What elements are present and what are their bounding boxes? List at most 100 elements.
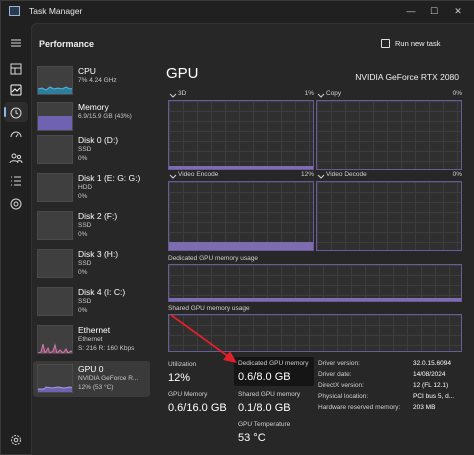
driver-version-label: Driver version:: [318, 360, 360, 367]
device-cpu[interactable]: CPU 7% 4.24 GHz: [33, 63, 150, 99]
directx-version-label: DirectX version:: [318, 382, 364, 389]
dedicated-memory-graph-label: Dedicated GPU memory usage: [168, 255, 258, 262]
device-usage: 12% (53 °C): [78, 384, 114, 391]
engine-3d-fill: [169, 166, 313, 169]
hardware-reserved-memory-label: Hardware reserved memory:: [318, 404, 401, 411]
device-detail: 7% 4.24 GHz: [78, 77, 117, 84]
device-disk-3[interactable]: Disk 3 (H:) SSD 0%: [33, 246, 150, 282]
processes-icon[interactable]: [9, 62, 23, 76]
device-disk-4[interactable]: Disk 4 (I: C:) SSD 0%: [33, 284, 150, 320]
device-disk-2[interactable]: Disk 2 (F:) SSD 0%: [33, 208, 150, 244]
gpu-memory-value: 0.6/16.0 GB: [168, 402, 227, 414]
gpu-heading: GPU: [166, 65, 199, 82]
device-disk-0[interactable]: Disk 0 (D:) SSD 0%: [33, 132, 150, 168]
maximize-button[interactable]: ☐: [427, 4, 441, 18]
gpu-memory-label: GPU Memory: [168, 391, 208, 398]
device-name: Disk 2 (F:): [78, 211, 118, 221]
cpu-thumbnail-graph: [37, 66, 73, 95]
device-name: Memory: [78, 102, 109, 112]
engine-video-decode-graph: [316, 181, 462, 251]
details-icon[interactable]: [9, 174, 23, 188]
gpu-thumbnail-graph: [37, 364, 73, 393]
disk-thumbnail-graph: [37, 173, 73, 202]
device-detail: 6.9/15.9 GB (43%): [78, 113, 132, 120]
engine-copy-label: Copy: [326, 90, 342, 97]
device-name: Ethernet: [78, 325, 111, 335]
chevron-down-icon[interactable]: [169, 172, 177, 180]
minimize-button[interactable]: —: [404, 4, 418, 18]
device-name: Disk 1 (E: G: G:): [78, 173, 141, 183]
device-name: GPU 0: [78, 364, 104, 374]
app-history-icon[interactable]: [9, 106, 23, 120]
shared-memory-value: 0.1/8.0 GB: [238, 402, 291, 414]
utilization-value: 12%: [168, 372, 191, 384]
dedicated-memory-label: Dedicated GPU memory: [238, 360, 309, 367]
device-name: Disk 0 (D:): [78, 135, 119, 145]
engine-3d-graph: [168, 100, 314, 170]
title-bar: Task Manager — ☐ ✕: [1, 1, 474, 23]
users-icon[interactable]: [9, 151, 23, 165]
startup-apps-icon[interactable]: [9, 128, 23, 142]
device-name: CPU: [78, 66, 96, 76]
chevron-down-icon[interactable]: [317, 172, 325, 180]
engine-3d-percent: 1%: [304, 90, 314, 97]
device-ethernet[interactable]: Ethernet Ethernet S: 216 R: 160 Kbps: [33, 322, 150, 358]
shared-memory-label: Shared GPU memory: [238, 391, 301, 398]
shared-memory-graph: [168, 314, 462, 352]
engine-video-decode-percent: 0%: [452, 171, 462, 178]
engine-video-encode-percent: 12%: [300, 171, 314, 178]
memory-thumbnail-graph: [37, 102, 73, 131]
device-type: SSD: [78, 298, 92, 305]
gpu-temperature-value: 53 °C: [238, 432, 266, 444]
hamburger-icon[interactable]: [9, 37, 23, 49]
engine-copy-graph: [316, 100, 462, 170]
performance-icon[interactable]: [9, 83, 23, 97]
settings-icon[interactable]: [9, 433, 23, 447]
device-type: HDD: [78, 184, 93, 191]
device-usage: 0%: [78, 269, 88, 276]
directx-version-value: 12 (FL 12.1): [413, 382, 449, 389]
gpu-model-name: NVIDIA GeForce RTX 2080: [355, 72, 459, 82]
device-type: Ethernet: [78, 336, 103, 343]
disk-thumbnail-graph: [37, 135, 73, 164]
device-name: Disk 4 (I: C:): [78, 287, 126, 297]
run-new-task-button[interactable]: Run new task: [395, 39, 440, 48]
close-button[interactable]: ✕: [451, 4, 465, 18]
driver-version-value: 32.0.15.6094: [413, 360, 451, 367]
driver-date-label: Driver date:: [318, 371, 352, 378]
device-usage: 0%: [78, 231, 88, 238]
device-type: SSD: [78, 222, 92, 229]
utilization-label: Utilization: [168, 361, 197, 368]
chevron-down-icon[interactable]: [169, 91, 177, 99]
device-throughput: S: 216 R: 160 Kbps: [78, 345, 135, 352]
device-name: Disk 3 (H:): [78, 249, 119, 259]
device-usage: 0%: [78, 307, 88, 314]
engine-copy-percent: 0%: [452, 90, 462, 97]
device-disk-1[interactable]: Disk 1 (E: G: G:) HDD 0%: [33, 170, 150, 206]
device-model: NVIDIA GeForce R...: [78, 375, 139, 382]
device-memory[interactable]: Memory 6.9/15.9 GB (43%): [33, 99, 150, 135]
task-manager-app-icon: [9, 6, 20, 16]
ethernet-thumbnail-graph: [37, 325, 73, 354]
dedicated-memory-value: 0.6/8.0 GB: [238, 371, 291, 383]
window-title: Task Manager: [29, 6, 83, 16]
active-nav-indicator: [4, 107, 6, 117]
disk-thumbnail-graph: [37, 249, 73, 278]
device-type: SSD: [78, 260, 92, 267]
physical-location-value: PCI bus 5, d...: [413, 393, 455, 400]
dedicated-memory-fill: [169, 298, 461, 301]
chevron-down-icon[interactable]: [317, 91, 325, 99]
dedicated-memory-graph: [168, 264, 462, 302]
engine-video-encode-label: Video Encode: [178, 171, 219, 178]
engine-video-encode-fill: [169, 241, 313, 250]
device-type: SSD: [78, 146, 92, 153]
driver-date-value: 14/08/2024: [413, 371, 446, 378]
device-usage: 0%: [78, 155, 88, 162]
page-title: Performance: [39, 39, 95, 49]
run-new-task-icon: [381, 39, 390, 48]
disk-thumbnail-graph: [37, 287, 73, 316]
engine-video-encode-graph: [168, 181, 314, 251]
engine-3d-label: 3D: [178, 90, 187, 97]
device-gpu-0[interactable]: GPU 0 NVIDIA GeForce R... 12% (53 °C): [33, 361, 150, 397]
services-icon[interactable]: [9, 197, 23, 211]
